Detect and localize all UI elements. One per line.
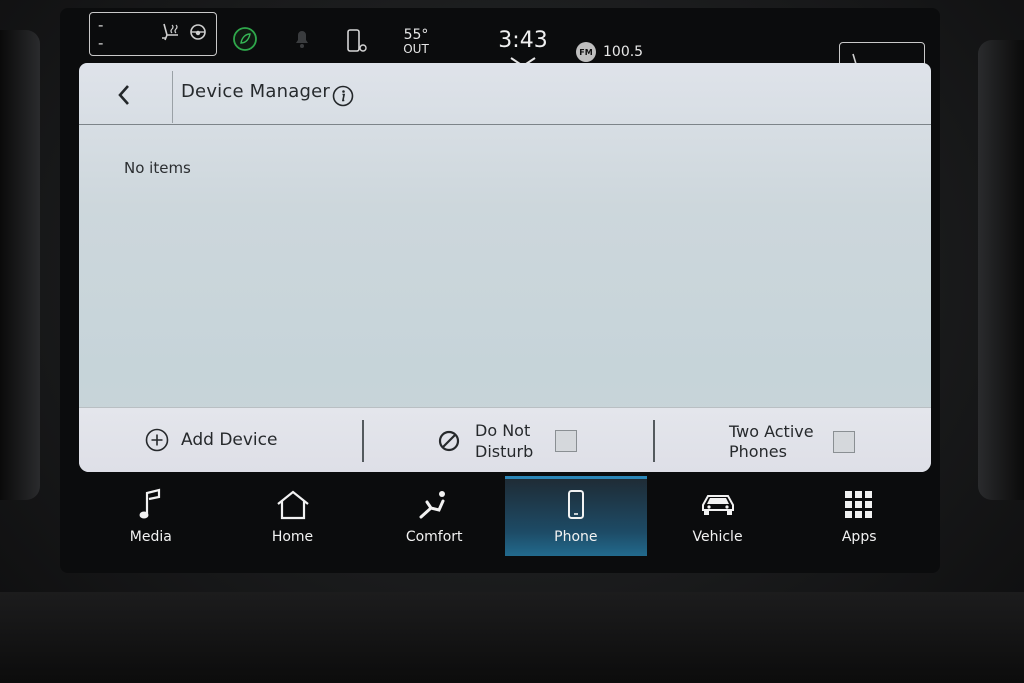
two-active-phones-label-line2: Phones: [729, 442, 787, 461]
driver-climate-value: --: [98, 16, 104, 52]
divider: [653, 420, 655, 462]
two-active-phones-checkbox[interactable]: [833, 431, 855, 453]
home-icon: [275, 487, 311, 523]
right-trim: [978, 40, 1024, 500]
eco-mode-icon: [232, 26, 258, 52]
notification-bell-icon: [292, 26, 312, 50]
driver-climate-button[interactable]: --: [89, 12, 217, 56]
device-manager-panel: Device Manager No items Add Device Do No…: [79, 63, 931, 472]
chevron-left-icon: [117, 84, 131, 110]
outside-temp-value: 55°: [403, 27, 429, 43]
do-not-disturb-icon: [438, 430, 460, 452]
empty-list-text: No items: [124, 159, 191, 177]
page-header: Device Manager: [79, 63, 931, 125]
radio-frequency: 100.5: [603, 44, 644, 60]
clock-time: 3:43: [498, 28, 548, 53]
info-icon[interactable]: [332, 85, 354, 111]
dashboard-trim: [0, 592, 1024, 683]
nav-vehicle-label: Vehicle: [692, 529, 743, 545]
divider: [362, 420, 364, 462]
heated-wheel-icon: [188, 22, 208, 46]
music-note-icon: [138, 487, 164, 523]
nav-home-label: Home: [271, 529, 314, 545]
page-title: Device Manager: [181, 81, 330, 102]
apps-grid-icon: [843, 487, 875, 523]
heated-seat-icon: [158, 21, 184, 47]
nav-comfort[interactable]: Comfort: [363, 476, 505, 556]
do-not-disturb-label-line1: Do Not: [475, 421, 531, 440]
nav-vehicle[interactable]: Vehicle: [647, 476, 789, 556]
two-active-phones-label-line1: Two Active: [729, 422, 814, 441]
left-trim: [0, 30, 40, 500]
add-device-button[interactable]: Add Device: [145, 428, 277, 452]
nav-media[interactable]: Media: [80, 476, 222, 556]
car-icon: [699, 487, 737, 523]
status-bar: -- 55° OUT 3:43 FM 100.5 --: [0, 0, 1024, 84]
two-active-phones-toggle[interactable]: Two Active Phones: [729, 422, 855, 462]
add-device-label: Add Device: [181, 430, 278, 450]
phone-icon: [566, 487, 586, 523]
radio-band-badge: FM: [576, 42, 596, 62]
back-button[interactable]: [99, 71, 173, 123]
outside-temperature: 55° OUT: [398, 28, 434, 56]
add-circle-icon: [145, 428, 169, 452]
nav-apps-label: Apps: [841, 529, 877, 545]
nav-phone[interactable]: Phone: [505, 476, 647, 556]
radio-status-button[interactable]: FM 100.5: [576, 40, 643, 64]
nav-home[interactable]: Home: [222, 476, 364, 556]
do-not-disturb-checkbox[interactable]: [555, 430, 577, 452]
nav-comfort-label: Comfort: [405, 529, 463, 545]
bottom-nav: Media Home Comfort Phone Vehicle Apps: [80, 476, 930, 556]
do-not-disturb-label-line2: Disturb: [475, 442, 534, 461]
nav-phone-label: Phone: [554, 529, 598, 545]
nav-apps[interactable]: Apps: [788, 476, 930, 556]
outside-temp-label: OUT: [403, 42, 429, 56]
do-not-disturb-toggle[interactable]: Do Not Disturb: [437, 420, 577, 462]
two-active-phones-label: Two Active Phones: [729, 422, 833, 462]
seat-icon: [417, 487, 451, 523]
do-not-disturb-label: Do Not Disturb: [475, 420, 555, 462]
action-bar: Add Device Do Not Disturb Two Active Pho…: [79, 407, 931, 472]
phone-settings-icon: [346, 28, 368, 54]
nav-media-label: Media: [129, 529, 172, 545]
